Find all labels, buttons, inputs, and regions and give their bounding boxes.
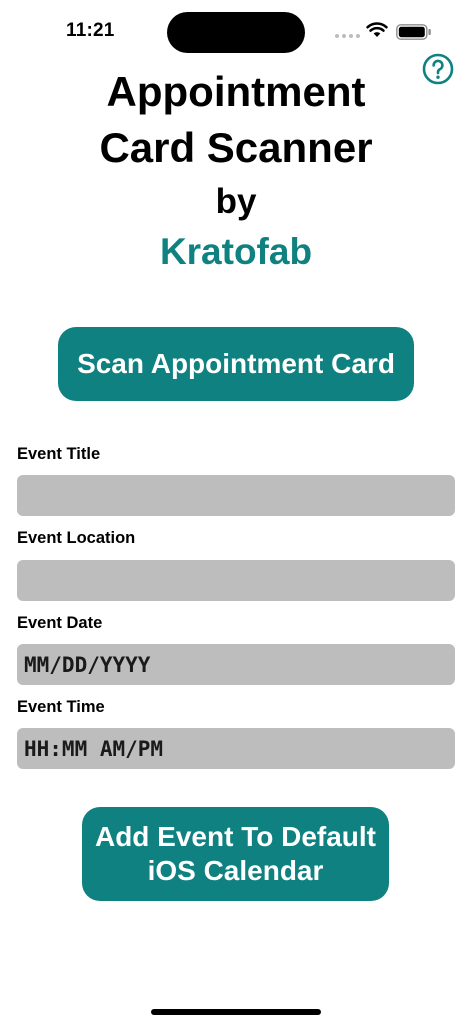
app-screen: 11:21 Appointment Card Scanner by Kratof… xyxy=(0,0,472,1024)
event-title-field[interactable] xyxy=(17,475,455,516)
status-time: 11:21 xyxy=(66,20,115,41)
cellular-signal-icon xyxy=(335,34,360,38)
add-button-line2: iOS Calendar xyxy=(147,855,324,886)
by-text: by xyxy=(215,182,257,221)
app-title-line2: Card Scanner xyxy=(99,124,373,171)
wifi-icon xyxy=(366,22,388,37)
event-date-field[interactable]: MM/DD/YYYY xyxy=(17,644,455,685)
dynamic-island xyxy=(167,12,305,53)
home-indicator[interactable] xyxy=(151,1009,321,1015)
event-location-label: Event Location xyxy=(17,529,136,547)
add-event-to-calendar-button[interactable]: Add Event To Default iOS Calendar xyxy=(82,807,389,901)
event-time-field[interactable]: HH:MM AM/PM xyxy=(17,728,455,769)
event-date-label: Event Date xyxy=(17,614,103,632)
brand-name: Kratofab xyxy=(159,231,313,272)
battery-icon xyxy=(396,24,431,40)
app-title-line1: Appointment xyxy=(106,68,366,115)
event-time-label: Event Time xyxy=(17,698,105,716)
event-title-label: Event Title xyxy=(17,445,101,463)
event-location-field[interactable] xyxy=(17,560,455,601)
add-button-line1: Add Event To Default xyxy=(94,821,377,852)
scan-appointment-card-button[interactable]: Scan Appointment Card xyxy=(58,327,414,401)
